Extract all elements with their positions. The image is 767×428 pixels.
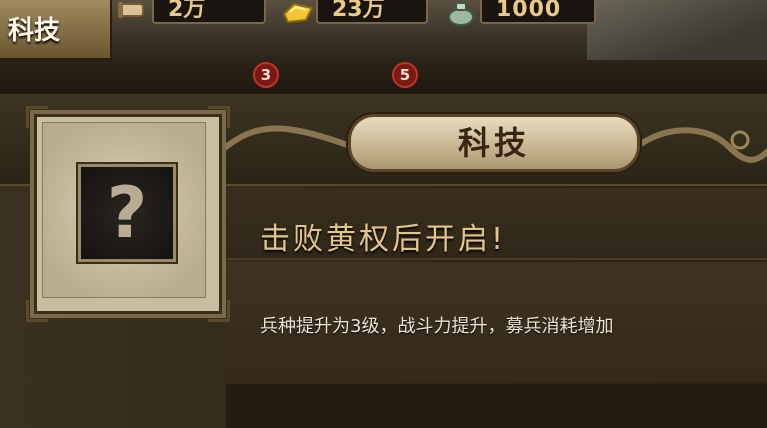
- badge-count: 3: [260, 66, 272, 84]
- tech-slot[interactable]: ?: [26, 106, 230, 322]
- resource-gold: 23万: [316, 0, 428, 24]
- frame-corner: [26, 300, 48, 322]
- resource-scroll-value: 2万: [168, 0, 206, 22]
- resource-silver: 1000: [480, 0, 596, 24]
- resource-bar: 2万 23万 1000 科技: [0, 0, 767, 60]
- footer-row: [226, 384, 767, 428]
- locked-tech-icon-box: ?: [78, 164, 176, 262]
- tab-tech[interactable]: 科技: [0, 0, 112, 60]
- gold-ingot-icon: [282, 2, 314, 24]
- hud-strip: [0, 60, 767, 94]
- resource-scroll: 2万: [152, 0, 266, 24]
- resource-silver-value: 1000: [496, 0, 562, 22]
- scroll-icon: [118, 2, 144, 18]
- notification-badge[interactable]: 3: [253, 62, 279, 88]
- question-mark-icon: ?: [106, 172, 148, 254]
- unlock-condition: 击败黄权后开启!: [260, 222, 507, 257]
- frame-corner: [208, 300, 230, 322]
- background-scene: [587, 0, 767, 60]
- silver-bag-icon: [448, 2, 474, 26]
- resource-gold-value: 23万: [332, 0, 385, 22]
- panel-title: 科技: [457, 124, 530, 162]
- notification-badge[interactable]: 5: [392, 62, 418, 88]
- dragon-ornament-icon: [635, 127, 767, 163]
- badge-count: 5: [399, 66, 411, 84]
- frame-corner: [208, 106, 230, 128]
- tab-tech-label: 科技: [8, 16, 61, 46]
- tech-description: 兵种提升为3级，战斗力提升，募兵消耗增加: [260, 316, 614, 337]
- title-plaque: 科技: [348, 114, 640, 172]
